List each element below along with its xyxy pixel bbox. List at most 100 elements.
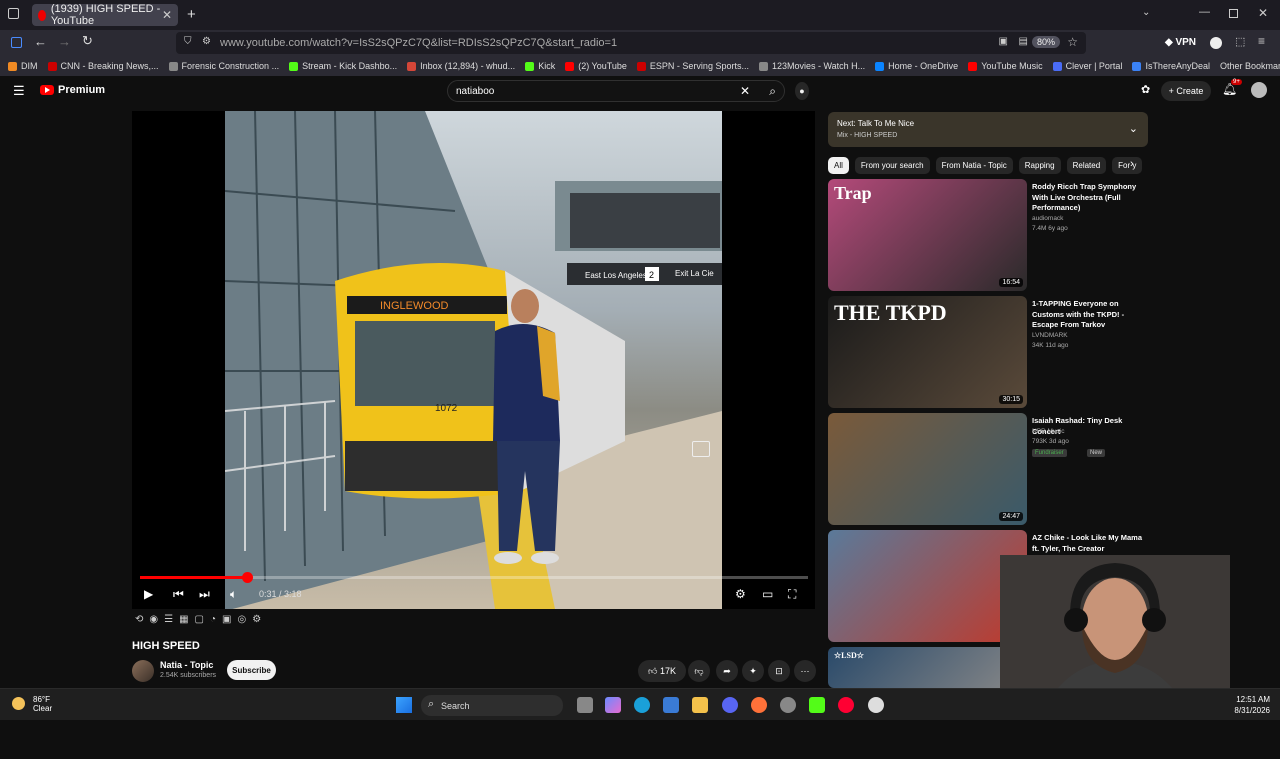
close-window-icon[interactable]: ✕ bbox=[1258, 6, 1268, 20]
recommendation-item[interactable]: Trap 16:54 Roddy Ricch Trap Symphony With … bbox=[828, 179, 1148, 291]
cast-icon[interactable]: ✿ bbox=[1141, 83, 1150, 96]
site-settings-icon[interactable]: ⚙ bbox=[202, 36, 211, 47]
up-next-panel[interactable]: Next: Talk To Me Nice Mix - HIGH SPEED ⌄ bbox=[828, 112, 1148, 147]
video-thumbnail[interactable]: Trap 16:54 bbox=[828, 179, 1027, 291]
recommendation-title[interactable]: Roddy Ricch Trap Symphony With Live Orch… bbox=[1032, 182, 1148, 214]
bookmark-item[interactable]: Forensic Construction ... bbox=[168, 61, 279, 71]
progress-knob[interactable] bbox=[241, 572, 253, 583]
store-icon[interactable] bbox=[663, 697, 679, 713]
share-button[interactable]: ➦ bbox=[716, 660, 738, 682]
pip-icon[interactable]: ▣ bbox=[222, 614, 231, 630]
save-button[interactable]: ⊡ bbox=[768, 660, 790, 682]
video-thumbnail[interactable]: 3:53 bbox=[828, 530, 1027, 642]
bookmark-item[interactable]: Kick bbox=[525, 61, 555, 71]
gear-icon[interactable]: ⚙ bbox=[252, 614, 261, 630]
video-thumbnail[interactable]: 24:47 bbox=[828, 413, 1027, 525]
bookmark-item[interactable]: Inbox (12,894) - whud... bbox=[407, 61, 515, 71]
back-icon[interactable]: ← bbox=[34, 34, 47, 49]
forward-icon[interactable]: → bbox=[58, 34, 71, 49]
mini-player-icon[interactable] bbox=[692, 441, 710, 457]
speed-icon[interactable]: ◔ bbox=[210, 614, 216, 630]
hamburger-menu-icon[interactable]: ☰ bbox=[13, 83, 25, 99]
recommendation-title[interactable]: 1-TAPPING Everyone on Customs with the T… bbox=[1032, 299, 1148, 331]
weather-icon[interactable] bbox=[12, 697, 25, 710]
clear-search-icon[interactable]: ✕ bbox=[740, 84, 750, 98]
microphone-icon[interactable]: ● bbox=[795, 82, 809, 100]
youtube-logo[interactable]: Premium bbox=[40, 84, 105, 96]
filter-chip[interactable]: Rapping bbox=[1018, 157, 1061, 174]
video-thumbnail[interactable]: THE TKPD 30:15 bbox=[828, 296, 1027, 408]
edge-icon[interactable] bbox=[634, 697, 650, 713]
address-bar[interactable]: ⛉ ⚙ www.youtube.com/watch?v=IsS2sQPzC7Q&… bbox=[176, 32, 1086, 54]
calendar-icon[interactable]: ▦ bbox=[179, 614, 188, 630]
bookmark-item[interactable]: ESPN - Serving Sports... bbox=[636, 61, 749, 71]
reload-icon[interactable]: ↻ bbox=[82, 33, 93, 49]
filter-chip[interactable]: From Natia - Topic bbox=[935, 157, 1013, 174]
system-clock[interactable]: 12:51 AM 8/31/2026 bbox=[1234, 694, 1270, 716]
browser-tab[interactable]: (1939) HIGH SPEED - YouTube ✕ bbox=[32, 3, 178, 27]
account-avatar[interactable] bbox=[1251, 82, 1267, 98]
chrome-icon[interactable] bbox=[780, 697, 796, 713]
next-icon[interactable]: ⏭︎ bbox=[199, 587, 210, 602]
chevron-down-icon[interactable]: ⌄ bbox=[1129, 122, 1138, 135]
youtube-music-icon[interactable] bbox=[838, 697, 854, 713]
audio-icon[interactable]: ◉ bbox=[149, 614, 158, 630]
bookmark-star-icon[interactable]: ☆ bbox=[1067, 35, 1078, 49]
recommendation-item[interactable]: 24:47 Isaiah Rashad: Tiny Desk Concert NPR… bbox=[828, 413, 1148, 525]
previous-icon[interactable]: ⏮︎ bbox=[173, 587, 184, 602]
create-button[interactable]: + Create bbox=[1161, 81, 1211, 101]
filter-chip[interactable]: All bbox=[828, 157, 849, 174]
channel-name[interactable]: Natia - Topic bbox=[160, 660, 213, 670]
zoom-level[interactable]: 80% bbox=[1031, 36, 1060, 48]
progress-bar[interactable] bbox=[140, 572, 808, 583]
fullscreen-icon[interactable]: ⛶ bbox=[788, 587, 796, 602]
recommendation-title[interactable]: AZ Chike - Look Like My Mama ft. Tyler, … bbox=[1032, 533, 1148, 554]
bookmark-item[interactable]: Stream - Kick Dashbo... bbox=[289, 61, 397, 71]
dislike-button[interactable]: 👎︎ bbox=[688, 660, 710, 682]
bookmark-item[interactable]: Clever | Portal bbox=[1052, 61, 1122, 71]
settings-icon[interactable]: ⚙ bbox=[735, 587, 746, 601]
copilot-icon[interactable] bbox=[605, 697, 621, 713]
task-view-icon[interactable] bbox=[577, 697, 593, 713]
play-icon[interactable]: ▶ bbox=[144, 587, 153, 601]
loop-icon[interactable]: ⟲ bbox=[135, 614, 143, 630]
search-icon[interactable]: ⌕ bbox=[769, 84, 776, 99]
bookmark-item[interactable]: DIM bbox=[8, 61, 38, 71]
vpn-button[interactable]: ◆ VPN bbox=[1165, 37, 1196, 48]
bookmark-item[interactable]: 123Movies - Watch H... bbox=[758, 61, 865, 71]
bookmark-item[interactable]: Home - OneDrive bbox=[875, 61, 958, 71]
taskbar-search[interactable]: ⌕ Search bbox=[421, 695, 563, 716]
subscribe-button[interactable]: Subscribe bbox=[227, 660, 276, 680]
theater-mode-icon[interactable]: ▭ bbox=[762, 587, 773, 601]
sidebar-toggle-icon[interactable] bbox=[11, 37, 22, 48]
obs-icon[interactable] bbox=[868, 697, 884, 713]
kick-icon[interactable] bbox=[809, 697, 825, 713]
video-thumbnail[interactable]: ☆LSD☆ bbox=[828, 647, 1027, 688]
screenshot-icon[interactable]: ◎ bbox=[238, 614, 247, 630]
filter-chip[interactable]: From your search bbox=[854, 157, 930, 174]
bookmark-item[interactable]: (2) YouTube bbox=[565, 61, 627, 71]
recommendation-channel[interactable]: LVNDMARK bbox=[1032, 332, 1068, 339]
video-player[interactable]: East Los Angeles 2 Exit La Cie INGLEWOOD… bbox=[132, 111, 815, 609]
weather-widget[interactable]: 86°F Clear bbox=[33, 695, 52, 713]
recommendation-item[interactable]: THE TKPD 30:15 1-TAPPING Everyone on Custo… bbox=[828, 296, 1148, 408]
bookmark-item[interactable]: IsThereAnyDeal bbox=[1132, 61, 1210, 71]
chips-next-icon[interactable]: › bbox=[1130, 158, 1134, 170]
menu-icon[interactable]: ≡ bbox=[1258, 34, 1265, 48]
recommendation-channel[interactable]: audiomack bbox=[1032, 215, 1063, 222]
frame-icon[interactable]: ▢ bbox=[195, 614, 204, 630]
close-tab-icon[interactable]: ✕ bbox=[162, 8, 172, 22]
profile-icon[interactable] bbox=[1210, 37, 1222, 49]
restore-icon[interactable] bbox=[1229, 9, 1238, 18]
tab-list-icon[interactable] bbox=[8, 8, 19, 19]
reader-icon[interactable]: ▤ bbox=[1019, 36, 1028, 47]
search-input[interactable]: natiaboo ✕ ⌕ bbox=[447, 80, 785, 102]
other-bookmarks[interactable]: Other Bookmarks bbox=[1220, 61, 1280, 71]
picture-icon[interactable]: ▣ bbox=[999, 36, 1008, 47]
ask-button[interactable]: ✦ bbox=[742, 660, 764, 682]
new-tab-button[interactable]: + bbox=[187, 6, 196, 23]
extensions-icon[interactable]: ⬚ bbox=[1235, 35, 1245, 48]
like-button[interactable]: 👍︎ 17K bbox=[638, 660, 686, 682]
bookmark-item[interactable]: CNN - Breaking News,... bbox=[47, 61, 159, 71]
start-icon[interactable] bbox=[396, 697, 412, 713]
